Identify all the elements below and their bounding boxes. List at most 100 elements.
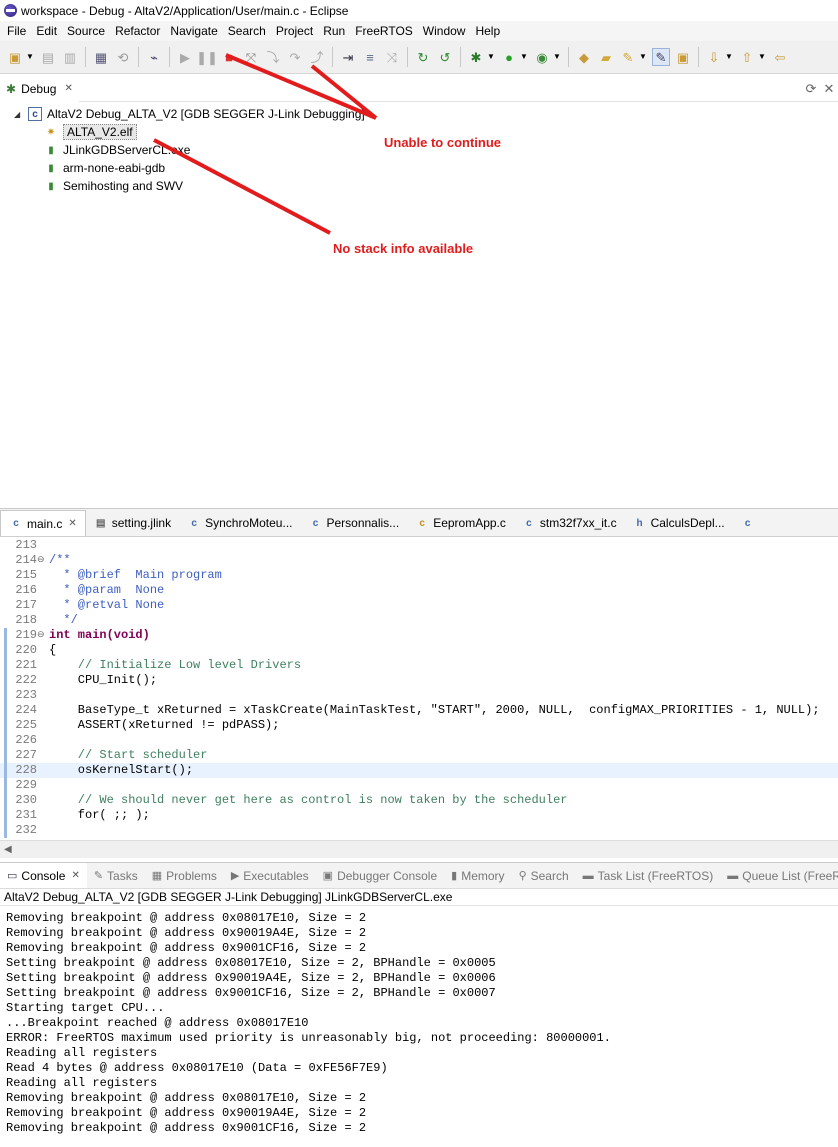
fold-icon[interactable]: ⊖	[37, 628, 45, 643]
menu-project[interactable]: Project	[271, 24, 318, 38]
instruction-stepping-icon[interactable]: ⇥	[339, 48, 357, 66]
menu-refactor[interactable]: Refactor	[110, 24, 165, 38]
toolbar-separator	[407, 47, 408, 67]
chevron-down-icon[interactable]: ▼	[26, 48, 34, 66]
annotation-icon[interactable]: ▣	[674, 48, 692, 66]
chevron-down-icon[interactable]: ▼	[639, 48, 647, 66]
menu-freertos[interactable]: FreeRTOS	[350, 24, 418, 38]
menu-run[interactable]: Run	[318, 24, 350, 38]
tab-search[interactable]: ⚲ Search	[512, 863, 576, 888]
scroll-left-icon[interactable]: ◀	[4, 844, 12, 855]
chevron-down-icon[interactable]: ▼	[553, 48, 561, 66]
back-icon[interactable]: ⇦	[771, 48, 789, 66]
chevron-down-icon[interactable]: ▼	[758, 48, 766, 66]
reset-icon[interactable]: ≡	[361, 48, 379, 66]
code-line: 231 for( ;; );	[0, 808, 838, 823]
chevron-down-icon[interactable]: ▼	[725, 48, 733, 66]
close-icon[interactable]: ✕	[68, 518, 76, 529]
change-marker	[4, 823, 7, 838]
editor-tab-overflow[interactable]: c	[732, 510, 767, 536]
next-annotation-icon[interactable]: ⇩	[705, 48, 723, 66]
console-line: Read 4 bytes @ address 0x08017E10 (Data …	[6, 1061, 388, 1075]
tab-debug[interactable]: ✱ Debug ✕	[0, 75, 79, 102]
c-launch-icon: c	[28, 107, 42, 121]
freertos-icon: ▬	[582, 869, 594, 882]
view-menu-icon[interactable]: ✕	[820, 80, 838, 98]
chevron-down-icon[interactable]: ▼	[520, 48, 528, 66]
close-icon[interactable]: ✕	[71, 870, 79, 881]
tab-queue-list-freertos[interactable]: ▬Queue List (FreeRTOS)	[720, 863, 838, 888]
editor-tab-stm32f7xx-it[interactable]: c stm32f7xx_it.c	[513, 510, 625, 536]
tab-tasks[interactable]: ✎ Tasks	[87, 863, 145, 888]
refresh-icon[interactable]: ↻	[414, 48, 432, 66]
horizontal-scrollbar[interactable]: ◀	[0, 840, 838, 858]
menu-source[interactable]: Source	[62, 24, 110, 38]
terminate-icon[interactable]: ■	[220, 48, 238, 66]
menu-search[interactable]: Search	[223, 24, 271, 38]
menu-edit[interactable]: Edit	[31, 24, 62, 38]
suspend-icon[interactable]: ❚❚	[196, 48, 218, 66]
binary-icon[interactable]: ▦	[92, 48, 110, 66]
step-return-icon[interactable]: ⤴	[308, 48, 326, 66]
tree-node-gdb[interactable]: ▮ arm-none-eabi-gdb	[44, 159, 165, 177]
editor-tab-synchromoteur[interactable]: c SynchroMoteu...	[179, 510, 301, 536]
build-icon[interactable]: ✎	[619, 48, 637, 66]
connect-icon[interactable]: ⤧	[242, 48, 260, 66]
code-line: 230 // We should never get here as contr…	[0, 793, 838, 808]
resume-icon[interactable]: ▶	[176, 48, 194, 66]
tab-task-list-freertos[interactable]: ▬ Task List (FreeRTOS)	[576, 863, 721, 888]
save-all-icon[interactable]: ▥	[61, 48, 79, 66]
change-marker	[4, 673, 7, 688]
fold-icon[interactable]: ⊖	[37, 553, 45, 568]
menu-window[interactable]: Window	[418, 24, 471, 38]
remove-terminated-icon[interactable]: ⟳	[802, 80, 820, 98]
change-marker	[4, 778, 7, 793]
prev-annotation-icon[interactable]: ⇧	[738, 48, 756, 66]
code-editor[interactable]: 213 214 ⊖/** 215 * @brief Main program 21…	[0, 537, 838, 840]
editor-tab-eepromapp[interactable]: c EepromApp.c	[407, 510, 514, 536]
tab-problems[interactable]: ▦ Problems	[145, 863, 224, 888]
tab-console[interactable]: ▭ Console ✕	[0, 863, 87, 888]
restart-icon[interactable]: ⤨	[383, 48, 401, 66]
toggle-mark-icon[interactable]: ✎	[652, 48, 670, 66]
process-icon: ▮	[48, 162, 54, 174]
launch-node[interactable]: ◢ c AltaV2 Debug_ALTA_V2 [GDB SEGGER J-L…	[14, 105, 365, 123]
save-icon[interactable]: ▤	[39, 48, 57, 66]
refresh-all-icon[interactable]: ↺	[436, 48, 454, 66]
tree-node-jlink[interactable]: ▮ JLinkGDBServerCL.exe	[44, 141, 190, 159]
expanded-icon[interactable]: ◢	[14, 110, 24, 119]
tab-debugger-console[interactable]: ▣ Debugger Console	[316, 863, 444, 888]
console-output[interactable]: Removing breakpoint @ address 0x08017E10…	[0, 908, 838, 1147]
menu-navigate[interactable]: Navigate	[165, 24, 222, 38]
new-icon[interactable]: ▣	[6, 48, 24, 66]
open-folder-icon[interactable]: ▰	[597, 48, 615, 66]
tab-memory[interactable]: ▮ Memory	[444, 863, 511, 888]
external-tools-icon[interactable]: ◉	[533, 48, 551, 66]
editor-tab-main-c[interactable]: c main.c ✕	[0, 510, 86, 536]
change-marker	[4, 628, 7, 643]
bug-icon: ✱	[6, 81, 17, 96]
debug-icon[interactable]: ✱	[467, 48, 485, 66]
code-line: 219 ⊖ int main(void)	[0, 628, 838, 643]
console-line: Removing breakpoint @ address 0x90019A4E…	[6, 926, 367, 940]
skip-breakpoints-icon[interactable]: ⟲	[114, 48, 132, 66]
tree-node-semihosting[interactable]: ▮ Semihosting and SWV	[44, 177, 183, 195]
close-icon[interactable]: ✕	[64, 83, 72, 94]
chevron-down-icon[interactable]: ▼	[487, 48, 495, 66]
menu-file[interactable]: File	[2, 24, 31, 38]
open-type-icon[interactable]: ◆	[575, 48, 593, 66]
change-marker	[4, 733, 7, 748]
menu-help[interactable]: Help	[470, 24, 505, 38]
run-icon[interactable]: ●	[500, 48, 518, 66]
disconnect-icon[interactable]: ⌁	[145, 48, 163, 66]
step-over-icon[interactable]: ↷	[286, 48, 304, 66]
editor-tab-setting-jlink[interactable]: ▤ setting.jlink	[85, 510, 180, 536]
editor-tab-calculsdepl[interactable]: h CalculsDepl...	[624, 510, 733, 536]
debug-view-tabbar: ✱ Debug ✕ ⟳ ✕	[0, 75, 838, 102]
annotation-no-stack-info: No stack info available	[333, 241, 474, 256]
code-line: 216 * @param None	[15, 583, 165, 597]
editor-tab-personnalisation[interactable]: c Personnalis...	[300, 510, 408, 536]
step-into-icon[interactable]: ⤵	[264, 48, 282, 66]
tab-executables[interactable]: ▶ Executables	[224, 863, 316, 888]
tree-node-elf[interactable]: ✷ ALTA_V2.elf	[44, 123, 137, 141]
